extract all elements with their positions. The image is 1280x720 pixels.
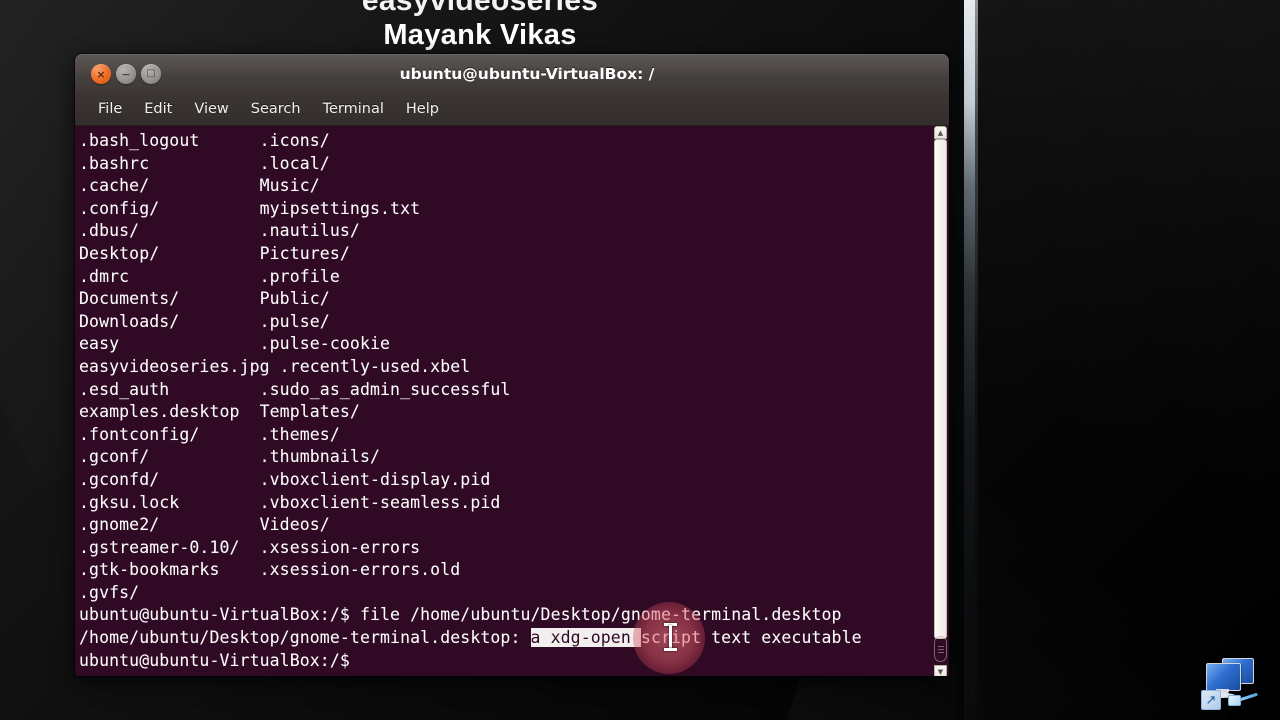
shortcut-arrow-icon: ↗ (1201, 690, 1221, 710)
scroll-up-arrow-icon[interactable]: ▲ (934, 126, 947, 139)
screen-edge-dark-strip (957, 0, 964, 720)
close-icon[interactable]: × (91, 64, 111, 84)
menu-item-edit[interactable]: Edit (133, 98, 183, 120)
terminal-scrollbar[interactable]: ▲ ▼ (931, 126, 949, 676)
menu-item-search[interactable]: Search (240, 98, 312, 120)
window-titlebar[interactable]: × − □ ubuntu@ubuntu-VirtualBox: / (75, 54, 949, 93)
scroll-down-arrow-icon[interactable]: ▼ (934, 665, 947, 676)
minimize-icon[interactable]: − (116, 64, 136, 84)
scrollbar-thumb[interactable] (934, 139, 947, 639)
maximize-glyph: □ (146, 68, 156, 79)
terminal-output[interactable]: .bash_logout .icons/ .bashrc .local/ .ca… (75, 126, 931, 676)
monitor-front-shape (1206, 663, 1241, 691)
network-connections-icon[interactable]: ↗ (1198, 650, 1264, 712)
screen: easyvideoseries Mayank Vikas × − □ ubunt… (0, 0, 1280, 720)
terminal-area[interactable]: .bash_logout .icons/ .bashrc .local/ .ca… (75, 126, 949, 676)
minimize-glyph: − (121, 67, 131, 81)
menu-item-file[interactable]: File (87, 98, 133, 120)
maximize-icon[interactable]: □ (141, 64, 161, 84)
terminal-text: .bash_logout .icons/ .bashrc .local/ .ca… (79, 131, 862, 670)
screen-edge-light-strip (964, 0, 975, 720)
scrollbar-grip-icon (934, 636, 947, 662)
terminal-window[interactable]: × − □ ubuntu@ubuntu-VirtualBox: / File E… (75, 54, 949, 676)
network-cable-icon (1228, 690, 1258, 708)
menu-item-view[interactable]: View (183, 98, 239, 120)
menu-item-terminal[interactable]: Terminal (312, 98, 395, 120)
menu-item-help[interactable]: Help (395, 98, 450, 120)
menubar: File Edit View Search Terminal Help (75, 93, 949, 126)
close-glyph: × (96, 67, 106, 81)
window-controls: × − □ (91, 64, 161, 84)
screen-edge-highlight-strip (975, 0, 978, 720)
window-title: ubuntu@ubuntu-VirtualBox: / (399, 65, 655, 83)
